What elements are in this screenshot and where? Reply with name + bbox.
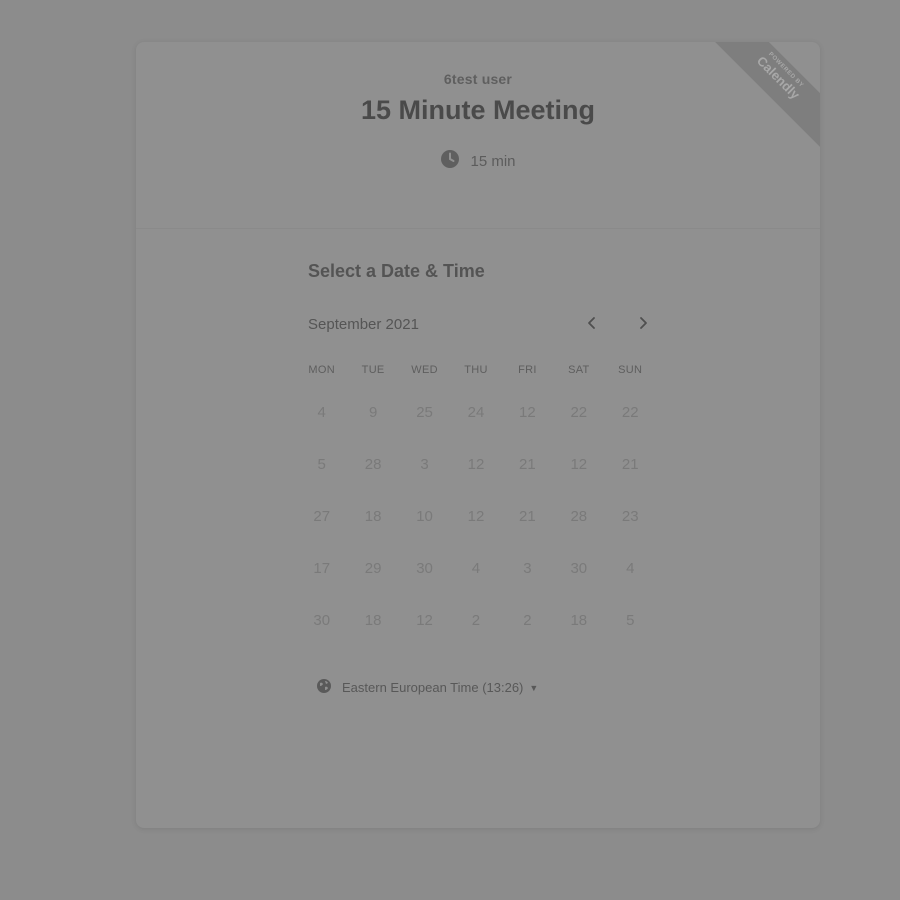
calendar-day: 12 <box>416 612 433 629</box>
caret-down-icon: ▼ <box>529 682 539 693</box>
calendar-day: 12 <box>467 508 485 525</box>
chevron-right-icon <box>637 316 649 335</box>
booking-card: 6test user 15 Minute Meeting 15 min POWE… <box>136 42 820 828</box>
calendar-week: 27 18 10 12 21 28 23 <box>296 504 656 556</box>
calendar-week: 17 29 30 4 3 30 4 <box>296 556 656 608</box>
weekday-label: MON <box>308 364 335 376</box>
calendar-day: 23 <box>621 508 639 525</box>
weekday-label: WED <box>411 364 438 376</box>
calendar-day: 4 <box>471 560 481 577</box>
calendar-day: 3 <box>420 456 429 473</box>
calendar-day: 28 <box>570 508 588 525</box>
powered-by-ribbon[interactable]: POWERED BY Calendly <box>715 42 820 147</box>
calendar-day: 4 <box>317 404 326 421</box>
weekday-header: MON TUE WED THU FRI SAT SUN <box>296 364 656 384</box>
weekday-label: THU <box>464 364 488 376</box>
calendar-day: 28 <box>364 456 382 473</box>
calendar-day: 18 <box>364 508 382 525</box>
ribbon-top-text: POWERED BY <box>767 51 805 89</box>
header-divider <box>136 228 820 229</box>
calendar-week: 5 28 3 12 21 12 21 <box>296 452 656 504</box>
calendar-week: 4 9 25 24 12 22 22 <box>296 400 656 452</box>
event-duration: 15 min <box>136 149 820 173</box>
calendar-day: 12 <box>570 456 588 473</box>
calendar-day: 30 <box>416 560 433 577</box>
chevron-left-icon <box>586 316 598 335</box>
calendar-day: 12 <box>519 404 536 421</box>
calendar-day: 9 <box>368 404 378 421</box>
timezone-selector[interactable]: Eastern European Time (13:26) ▼ <box>316 678 538 697</box>
calendar-day: 18 <box>364 612 382 629</box>
calendar-day: 10 <box>416 508 433 525</box>
calendar-day: 2 <box>471 612 481 629</box>
calendar-day: 21 <box>621 456 639 473</box>
weekday-label: TUE <box>361 364 385 376</box>
next-month-button[interactable] <box>630 312 656 338</box>
calendar-day: 21 <box>519 508 536 525</box>
calendar-grid: MON TUE WED THU FRI SAT SUN 4 9 25 24 12… <box>296 364 656 660</box>
calendar-day: 21 <box>519 456 536 473</box>
section-title: Select a Date & Time <box>308 261 485 281</box>
calendar-day: 5 <box>317 456 326 473</box>
calendar-day: 18 <box>570 612 588 629</box>
weekday-label: SUN <box>618 364 643 376</box>
calendar-day: 30 <box>570 560 588 577</box>
ribbon-brand: Calendly <box>753 53 803 103</box>
previous-month-button[interactable] <box>579 312 605 338</box>
weekday-label: FRI <box>518 364 537 376</box>
calendar-day: 24 <box>467 404 485 421</box>
calendar-day: 30 <box>313 612 331 629</box>
weekday-label: SAT <box>568 364 590 376</box>
globe-icon <box>316 678 332 697</box>
calendar-day: 27 <box>313 508 331 525</box>
calendar-day: 25 <box>416 404 433 421</box>
calendar-day: 4 <box>626 560 635 577</box>
timezone-label: Eastern European Time (13:26) <box>342 680 524 695</box>
calendar-day: 12 <box>467 456 485 473</box>
calendar-day: 2 <box>523 612 532 629</box>
calendar-day: 5 <box>626 612 635 629</box>
duration-label: 15 min <box>470 152 516 170</box>
calendar-day: 29 <box>364 560 382 577</box>
calendar-day: 22 <box>621 404 639 421</box>
calendar-day: 22 <box>570 404 588 421</box>
calendar-week: 30 18 12 2 2 18 5 <box>296 608 656 660</box>
calendar-day: 17 <box>313 560 331 577</box>
clock-icon <box>440 149 460 173</box>
month-label: September 2021 <box>308 316 419 333</box>
calendar-day: 3 <box>523 560 532 577</box>
